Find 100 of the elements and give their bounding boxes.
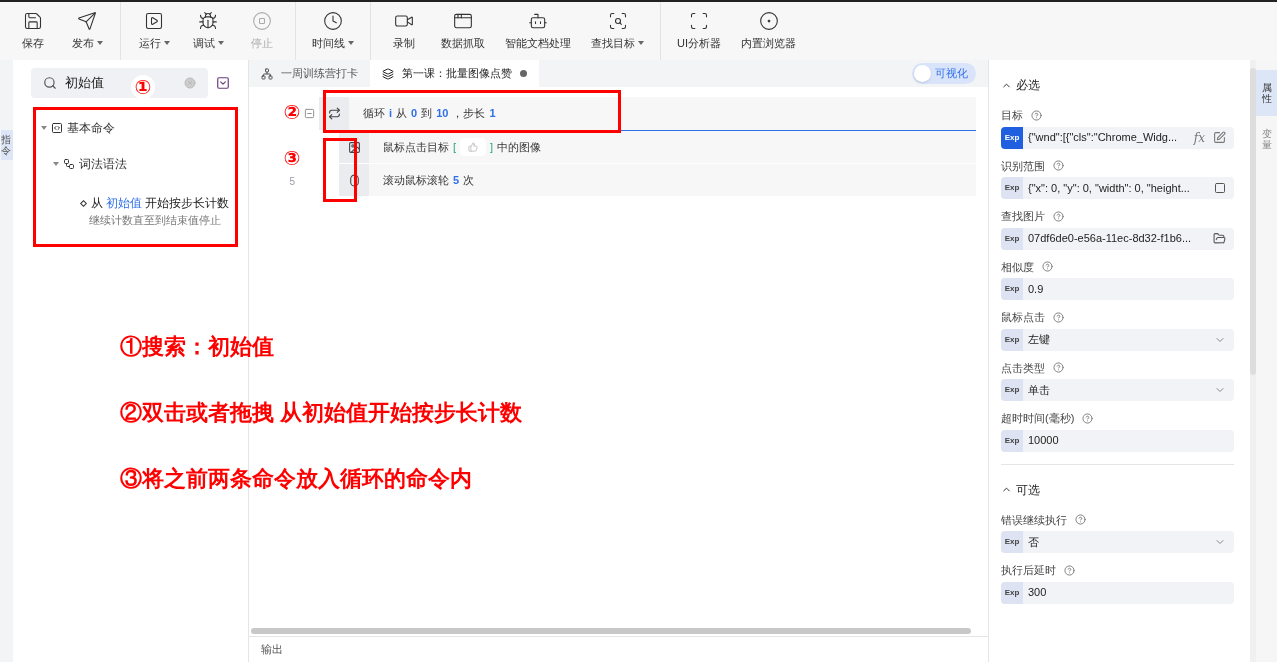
editor-tab[interactable]: 一周训练营打卡	[249, 60, 370, 87]
field-label: 超时时间(毫秒)	[1001, 411, 1075, 426]
highlight-frame	[323, 138, 357, 202]
loop-icon	[327, 107, 341, 120]
expression-toggle[interactable]: Exp	[1001, 227, 1023, 250]
command-row[interactable]: 滚动鼠标滚轮 5 次	[339, 163, 976, 196]
toolbar-button[interactable]: 调试	[187, 10, 229, 52]
toolbar-button[interactable]: 内置浏览器	[737, 10, 800, 52]
help-icon[interactable]	[1031, 109, 1042, 121]
side-tab[interactable]: 变量	[1256, 116, 1277, 162]
search-window-icon	[607, 10, 628, 31]
dropdown-caret-icon	[96, 41, 103, 45]
instruction-text: ②双击或者拖拽 从初始值开始按步长计数	[120, 399, 523, 427]
scrollbar[interactable]	[251, 628, 971, 634]
property-field[interactable]: Exp 0.9	[1001, 278, 1234, 300]
folder-icon[interactable]	[1213, 232, 1226, 245]
expression-toggle[interactable]: Exp	[1001, 531, 1023, 553]
field-label: 目标	[1001, 108, 1023, 123]
mouse-icon	[347, 173, 361, 187]
save-icon	[23, 10, 43, 31]
dropdown-caret-icon	[163, 41, 170, 45]
command-row[interactable]: 鼠标点击目标 [ ] 中的图像	[339, 130, 976, 163]
toolbar-button[interactable]: 录制	[383, 10, 425, 52]
property-field[interactable]: Exp {"wnd":[{"cls":"Chrome_Widg... fx	[1001, 126, 1234, 149]
branch-icon	[63, 158, 75, 170]
bug-icon	[198, 10, 218, 31]
help-icon[interactable]	[1053, 160, 1064, 172]
edit-icon[interactable]	[1213, 131, 1226, 144]
code-icon	[51, 122, 63, 134]
property-field[interactable]: Exp 300	[1001, 581, 1234, 604]
field-label: 执行后延时	[1001, 563, 1056, 578]
instruction-text: ①搜索：初始值	[120, 333, 275, 361]
side-tab[interactable]: 指令	[0, 130, 13, 160]
field-label: 点击类型	[1001, 360, 1045, 376]
output-label[interactable]: 输出	[261, 641, 283, 658]
property-field[interactable]: Exp 否	[1001, 531, 1234, 553]
property-field[interactable]: Exp 单击	[1001, 379, 1234, 401]
toolbar-button[interactable]: 保存	[12, 10, 54, 52]
command-row[interactable]: 循环 i 从 0 到 10 ，步长 1	[319, 97, 976, 130]
help-icon[interactable]	[1082, 412, 1094, 424]
help-icon[interactable]	[1042, 261, 1053, 273]
dropdown-caret-icon	[348, 41, 354, 45]
toolbar-button[interactable]: 智能文档处理	[501, 10, 575, 52]
play-icon	[144, 10, 164, 31]
expand-caret-icon[interactable]	[53, 162, 59, 166]
toolbar-button[interactable]: 运行	[133, 10, 175, 52]
visual-toggle[interactable]: 可视化	[912, 63, 976, 84]
expression-toggle[interactable]: Exp	[1001, 278, 1023, 300]
image-icon	[347, 140, 361, 154]
help-icon[interactable]	[1053, 210, 1064, 222]
help-icon[interactable]	[1053, 311, 1064, 323]
network-icon	[261, 67, 273, 80]
collapse-icon[interactable]	[216, 76, 230, 90]
toolbar-button[interactable]: 发布	[66, 10, 108, 52]
toolbar-button[interactable]: UI分析器	[673, 10, 725, 52]
circle-dot-icon	[758, 10, 779, 31]
field-label: 识别范围	[1001, 158, 1045, 174]
expression-toggle[interactable]: Exp	[1001, 177, 1023, 199]
expression-toggle[interactable]: Exp	[1001, 328, 1023, 351]
category-item[interactable]: 词法语法	[79, 155, 127, 173]
function-button[interactable]: fx	[1193, 128, 1205, 147]
editor-tab[interactable]: 第一课：批量图像点赞	[370, 60, 539, 87]
line-number: 5	[289, 175, 295, 187]
field-label: 鼠标点击	[1001, 310, 1045, 325]
property-field[interactable]: Exp {"x": 0, "y": 0, "width": 0, "height...	[1001, 177, 1234, 199]
expression-toggle[interactable]: Exp	[1001, 581, 1023, 604]
expression-toggle[interactable]: Exp	[1001, 429, 1023, 452]
help-icon[interactable]	[1053, 362, 1064, 374]
toolbar-button[interactable]: 查找目标	[587, 10, 648, 52]
square-icon[interactable]	[1214, 182, 1226, 194]
stop-icon	[252, 10, 272, 31]
paper-plane-icon	[77, 10, 97, 31]
toolbar-button[interactable]: 时间线	[308, 10, 358, 52]
instruction-text: ③将之前两条命令放入循环的命令内	[120, 465, 473, 493]
property-field[interactable]: Exp 10000	[1001, 429, 1234, 452]
expression-toggle[interactable]: Exp	[1001, 126, 1023, 149]
category-item[interactable]: 基本命令	[67, 119, 115, 137]
clear-icon[interactable]	[184, 77, 196, 89]
section-header[interactable]: 必选	[1001, 72, 1234, 98]
layers-icon	[382, 67, 394, 80]
collapse-icon[interactable]	[303, 108, 315, 119]
property-field[interactable]: Exp 左键	[1001, 328, 1234, 351]
field-label: 查找图片	[1001, 209, 1045, 224]
help-icon[interactable]	[1075, 514, 1086, 526]
property-field[interactable]: Exp 07df6de0-e56a-11ec-8d32-f1b6...	[1001, 227, 1234, 250]
expression-toggle[interactable]: Exp	[1001, 379, 1023, 401]
scrollbar[interactable]	[1250, 68, 1256, 375]
field-label: 错误继续执行	[1001, 512, 1067, 528]
command-description: 继续计数直至到结束值停止	[88, 213, 222, 228]
toolbar-button[interactable]: 数据抓取	[437, 10, 489, 52]
dropdown-caret-icon	[217, 41, 224, 45]
field-label: 相似度	[1001, 259, 1034, 275]
clock-icon	[323, 10, 343, 31]
thumbs-up-icon	[468, 142, 479, 152]
expand-caret-icon[interactable]	[41, 126, 47, 130]
command-item[interactable]: 从 初始值 开始按步长计数	[81, 194, 230, 212]
side-tab[interactable]: 属性	[1256, 70, 1277, 116]
help-icon[interactable]	[1064, 564, 1075, 576]
dropdown-caret-icon	[638, 41, 644, 45]
section-header[interactable]: 可选	[1001, 476, 1234, 503]
